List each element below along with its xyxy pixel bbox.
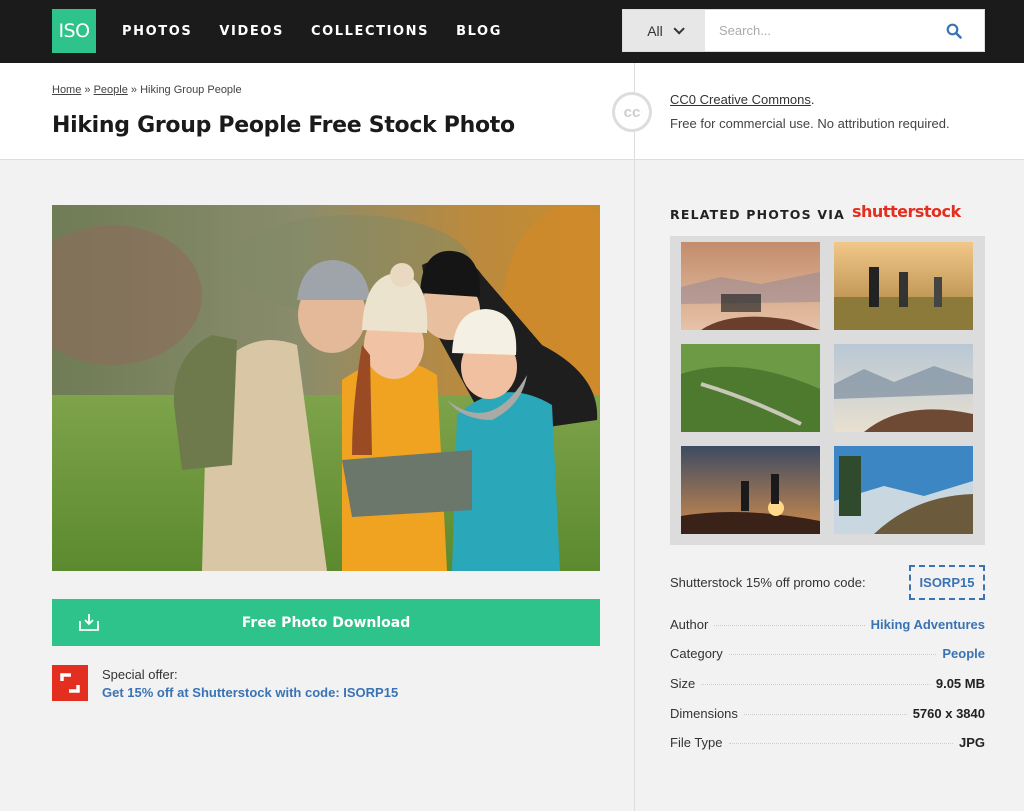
author-link[interactable]: Hiking Adventures (871, 617, 985, 632)
related-photos-grid (670, 236, 985, 545)
meta-leader (714, 625, 865, 626)
shutterstock-logo-icon (52, 665, 88, 701)
meta-row-dimensions: Dimensions 5760 x 3840 (670, 706, 985, 726)
meta-leader (728, 743, 953, 744)
related-photo[interactable] (681, 242, 820, 330)
search-input[interactable] (705, 10, 924, 51)
search-icon (946, 23, 962, 39)
page-title: Hiking Group People Free Stock Photo (52, 113, 515, 138)
site-logo[interactable]: ISO (52, 9, 96, 53)
filetype-value: JPG (958, 735, 985, 750)
nav-blog[interactable]: BLOG (456, 24, 502, 39)
category-link[interactable]: People (942, 646, 985, 661)
dimensions-value: 5760 x 3840 (912, 706, 985, 721)
download-icon (79, 614, 99, 631)
creative-commons-icon: cc (612, 92, 652, 132)
photo-image (52, 205, 600, 571)
related-photo[interactable] (834, 242, 973, 330)
related-photos-title: RELATED PHOTOS VIA (670, 207, 845, 222)
meta-leader (728, 654, 937, 655)
search-category-label: All (647, 22, 663, 39)
related-photo[interactable] (681, 344, 820, 432)
search-bar: All (622, 9, 985, 52)
meta-row-category: Category People (670, 646, 985, 666)
nav-collections[interactable]: COLLECTIONS (311, 24, 429, 39)
breadcrumb-separator: » (130, 84, 138, 96)
meta-leader (701, 684, 930, 685)
page-header (0, 63, 1024, 160)
promo-code-button[interactable]: ISORP15 (909, 565, 985, 600)
column-divider (634, 63, 635, 811)
breadcrumb-separator: » (84, 84, 91, 96)
license-note: Free for commercial use. No attribution … (670, 116, 950, 131)
meta-key: File Type (670, 735, 723, 750)
license-link[interactable]: CC0 Creative Commons (670, 92, 811, 107)
top-navbar: ISO PHOTOS VIDEOS COLLECTIONS BLOG All (0, 0, 1024, 63)
meta-key: Category (670, 646, 723, 661)
license-line: CC0 Creative Commons. (670, 92, 815, 107)
free-download-button[interactable]: Free Photo Download (52, 599, 600, 646)
offer-link[interactable]: Get 15% off at Shutterstock with code: I… (102, 685, 398, 700)
breadcrumb-current: Hiking Group People (140, 84, 242, 96)
meta-key: Dimensions (670, 706, 738, 721)
meta-row-author: Author Hiking Adventures (670, 617, 985, 637)
meta-key: Author (670, 617, 709, 632)
shutterstock-brand[interactable]: shutterstock (852, 202, 961, 221)
meta-key: Size (670, 676, 696, 691)
main-photo[interactable] (52, 205, 600, 571)
nav-photos[interactable]: PHOTOS (122, 24, 192, 39)
license-link-suffix: . (810, 92, 815, 107)
related-photo[interactable] (834, 446, 973, 534)
size-value: 9.05 MB (935, 676, 985, 691)
meta-row-size: Size 9.05 MB (670, 676, 985, 696)
search-category-select[interactable]: All (623, 10, 705, 51)
breadcrumb-home[interactable]: Home (52, 84, 81, 96)
promo-label: Shutterstock 15% off promo code: (670, 575, 866, 590)
breadcrumb: Home » People » Hiking Group People (52, 84, 242, 96)
nav-videos[interactable]: VIDEOS (219, 24, 284, 39)
search-button[interactable] (924, 10, 984, 51)
breadcrumb-people[interactable]: People (94, 84, 128, 96)
chevron-down-icon (673, 22, 685, 35)
main-nav: PHOTOS VIDEOS COLLECTIONS BLOG (122, 0, 529, 63)
meta-leader (743, 714, 907, 715)
related-photo[interactable] (681, 446, 820, 534)
meta-row-filetype: File Type JPG (670, 735, 985, 755)
offer-label: Special offer: (102, 667, 178, 682)
related-photo[interactable] (834, 344, 973, 432)
download-button-label: Free Photo Download (241, 614, 411, 631)
